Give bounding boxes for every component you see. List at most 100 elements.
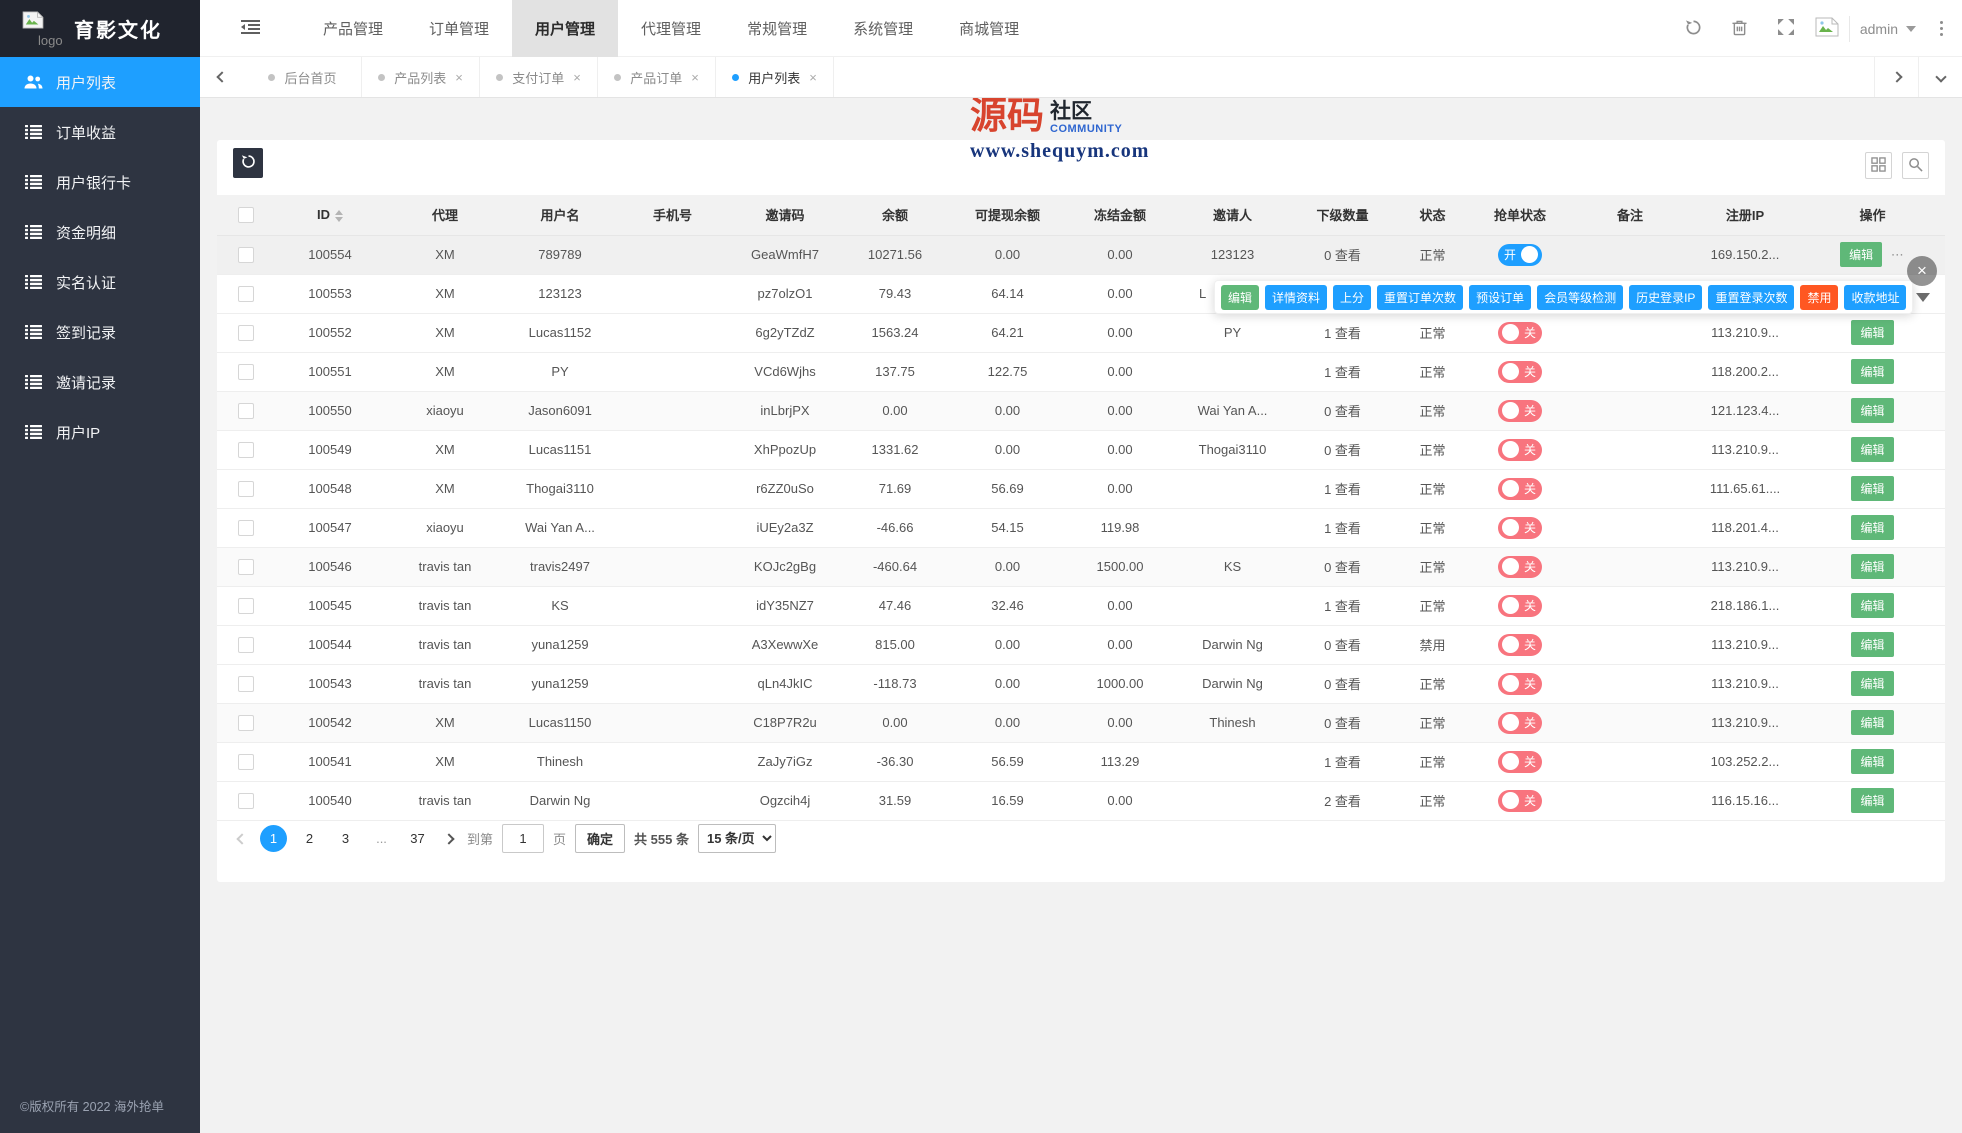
row-checkbox[interactable] — [238, 325, 254, 341]
edit-button[interactable]: 编辑 — [1851, 788, 1893, 813]
sidebar-item[interactable]: 订单收益 — [0, 107, 200, 157]
row-checkbox[interactable] — [238, 793, 254, 809]
grab-status-toggle[interactable]: 关 — [1498, 673, 1542, 695]
popup-action-button[interactable]: 上分 — [1333, 285, 1371, 310]
grab-status-toggle[interactable]: 关 — [1498, 322, 1542, 344]
confirm-button[interactable]: 确定 — [575, 824, 625, 853]
row-checkbox[interactable] — [238, 559, 254, 575]
view-subordinates-link[interactable]: 查看 — [1335, 521, 1361, 536]
search-toggle-button[interactable] — [1902, 152, 1929, 179]
row-checkbox[interactable] — [238, 676, 254, 692]
page-tab[interactable]: 支付订单 × — [480, 57, 598, 97]
admin-menu[interactable]: admin — [1850, 21, 1926, 37]
popup-action-button[interactable]: 编辑 — [1221, 285, 1259, 310]
popup-close-button[interactable]: × — [1907, 256, 1937, 286]
page-number[interactable]: 3 — [332, 825, 359, 852]
edit-button[interactable]: 编辑 — [1851, 398, 1893, 423]
edit-button[interactable]: 编辑 — [1851, 749, 1893, 774]
edit-button[interactable]: 编辑 — [1840, 242, 1882, 267]
sidebar-item[interactable]: 资金明细 — [0, 207, 200, 257]
sidebar-item[interactable]: 签到记录 — [0, 307, 200, 357]
page-tab[interactable]: 产品列表 × — [362, 57, 480, 97]
view-subordinates-link[interactable]: 查看 — [1335, 794, 1361, 809]
edit-button[interactable]: 编辑 — [1851, 359, 1893, 384]
view-subordinates-link[interactable]: 查看 — [1335, 248, 1361, 263]
view-subordinates-link[interactable]: 查看 — [1335, 599, 1361, 614]
page-tab[interactable]: 后台首页 — [244, 57, 362, 97]
view-subordinates-link[interactable]: 查看 — [1335, 326, 1361, 341]
sidebar-item[interactable]: 实名认证 — [0, 257, 200, 307]
top-nav-item[interactable]: 商城管理 — [936, 0, 1042, 57]
top-nav-item[interactable]: 系统管理 — [830, 0, 936, 57]
grab-status-toggle[interactable]: 关 — [1498, 751, 1542, 773]
grab-status-toggle[interactable]: 关 — [1498, 439, 1542, 461]
grab-status-toggle[interactable]: 关 — [1498, 634, 1542, 656]
edit-button[interactable]: 编辑 — [1851, 710, 1893, 735]
sidebar-toggle-button[interactable] — [200, 0, 300, 57]
edit-button[interactable]: 编辑 — [1851, 554, 1893, 579]
select-all-checkbox[interactable] — [238, 207, 254, 223]
tab-close-icon[interactable]: × — [809, 71, 817, 84]
popup-caret-down-icon[interactable] — [1916, 293, 1930, 302]
row-checkbox[interactable] — [238, 715, 254, 731]
top-nav-item[interactable]: 用户管理 — [512, 0, 618, 57]
columns-toggle-button[interactable] — [1865, 152, 1892, 179]
sidebar-item[interactable]: 用户银行卡 — [0, 157, 200, 207]
tab-close-icon[interactable]: × — [691, 71, 699, 84]
row-checkbox[interactable] — [238, 637, 254, 653]
clear-cache-button[interactable] — [1717, 0, 1763, 57]
row-checkbox[interactable] — [238, 364, 254, 380]
row-checkbox[interactable] — [238, 481, 254, 497]
top-nav-item[interactable]: 产品管理 — [300, 0, 406, 57]
row-checkbox[interactable] — [238, 403, 254, 419]
fullscreen-button[interactable] — [1763, 0, 1809, 57]
per-page-select[interactable]: 15 条/页 — [698, 824, 776, 853]
sidebar-item[interactable]: 用户IP — [0, 407, 200, 457]
sort-icon[interactable] — [335, 210, 343, 222]
refresh-button[interactable] — [1671, 0, 1717, 57]
row-checkbox[interactable] — [238, 754, 254, 770]
view-subordinates-link[interactable]: 查看 — [1335, 443, 1361, 458]
prev-page-button[interactable] — [233, 835, 251, 843]
grab-status-toggle[interactable]: 关 — [1498, 478, 1542, 500]
grab-status-toggle[interactable]: 开 — [1498, 244, 1542, 266]
page-number[interactable]: 2 — [296, 825, 323, 852]
view-subordinates-link[interactable]: 查看 — [1335, 482, 1361, 497]
edit-button[interactable]: 编辑 — [1851, 437, 1893, 462]
row-checkbox[interactable] — [238, 286, 254, 302]
popup-action-button[interactable]: 重置订单次数 — [1377, 285, 1463, 310]
grab-status-toggle[interactable]: 关 — [1498, 400, 1542, 422]
grab-status-toggle[interactable]: 关 — [1498, 790, 1542, 812]
view-subordinates-link[interactable]: 查看 — [1335, 716, 1361, 731]
tab-close-icon[interactable]: × — [455, 71, 463, 84]
view-subordinates-link[interactable]: 查看 — [1335, 560, 1361, 575]
popup-action-button[interactable]: 收款地址 — [1844, 285, 1906, 310]
edit-button[interactable]: 编辑 — [1851, 320, 1893, 345]
top-nav-item[interactable]: 订单管理 — [406, 0, 512, 57]
popup-action-button[interactable]: 重置登录次数 — [1708, 285, 1794, 310]
top-nav-item[interactable]: 代理管理 — [618, 0, 724, 57]
popup-action-button[interactable]: 会员等级检测 — [1537, 285, 1623, 310]
page-tab[interactable]: 用户列表 × — [716, 57, 834, 97]
more-menu-button[interactable] — [1926, 0, 1956, 57]
grab-status-toggle[interactable]: 关 — [1498, 361, 1542, 383]
table-refresh-button[interactable] — [233, 148, 263, 178]
tab-close-icon[interactable]: × — [573, 71, 581, 84]
edit-button[interactable]: 编辑 — [1851, 671, 1893, 696]
user-avatar[interactable] — [1809, 16, 1850, 42]
popup-action-button[interactable]: 详情资料 — [1265, 285, 1327, 310]
edit-button[interactable]: 编辑 — [1851, 632, 1893, 657]
edit-button[interactable]: 编辑 — [1851, 593, 1893, 618]
row-checkbox[interactable] — [238, 598, 254, 614]
popup-action-button[interactable]: 预设订单 — [1469, 285, 1531, 310]
popup-action-button[interactable]: 历史登录IP — [1629, 285, 1702, 310]
row-checkbox[interactable] — [238, 520, 254, 536]
more-actions-icon[interactable]: ⋯ — [1891, 247, 1905, 262]
next-page-button[interactable] — [440, 835, 458, 843]
page-number[interactable]: 1 — [260, 825, 287, 852]
edit-button[interactable]: 编辑 — [1851, 476, 1893, 501]
view-subordinates-link[interactable]: 查看 — [1335, 404, 1361, 419]
tabs-scroll-left-button[interactable] — [200, 57, 244, 97]
grab-status-toggle[interactable]: 关 — [1498, 595, 1542, 617]
view-subordinates-link[interactable]: 查看 — [1335, 638, 1361, 653]
